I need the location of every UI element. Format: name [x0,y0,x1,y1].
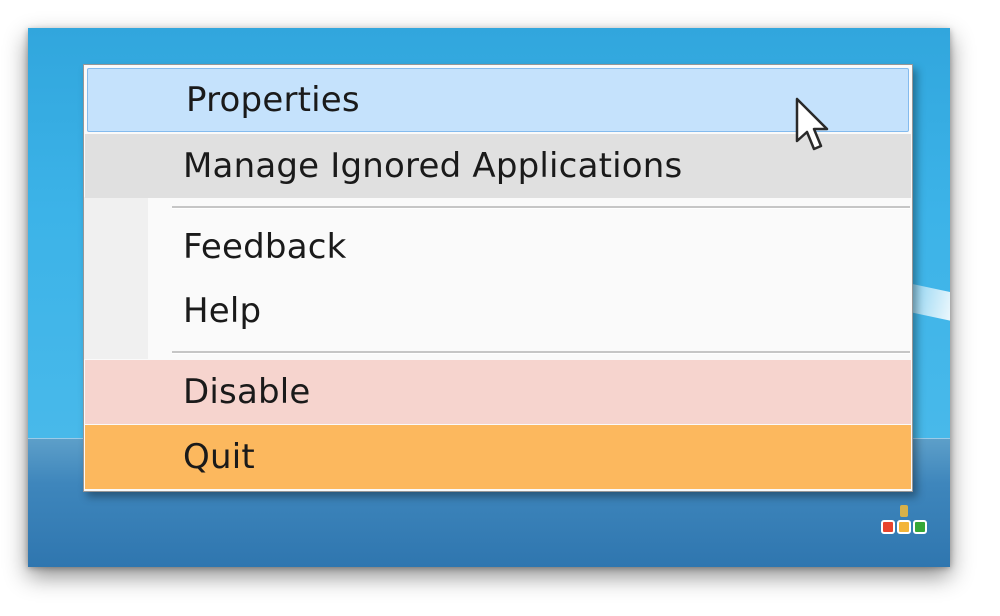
menu-item-label: Disable [183,372,311,412]
menu-item-label: Help [183,291,262,331]
menu-item-manage-ignored-applications[interactable]: Manage Ignored Applications [85,134,911,198]
menu-item-label: Feedback [183,227,347,267]
menu-separator [172,206,910,209]
traffic-light-icon[interactable] [878,505,930,537]
menu-item-label: Properties [186,80,360,120]
menu-item-properties[interactable]: Properties [87,68,909,132]
menu-item-quit[interactable]: Quit [85,425,911,489]
menu-item-help[interactable]: Help [85,279,911,343]
green-lamp-icon [913,520,927,534]
mouse-pointer-icon [795,97,829,151]
menu-separator [172,351,910,354]
menu-item-label: Quit [183,437,255,477]
red-lamp-icon [881,520,895,534]
menu-item-feedback[interactable]: Feedback [85,215,911,279]
menu-item-disable[interactable]: Disable [85,360,911,424]
tray-icon-stem [900,505,908,517]
tray-context-menu: Properties Manage Ignored Applications F… [83,64,913,492]
yellow-lamp-icon [897,520,911,534]
menu-item-label: Manage Ignored Applications [183,146,683,186]
